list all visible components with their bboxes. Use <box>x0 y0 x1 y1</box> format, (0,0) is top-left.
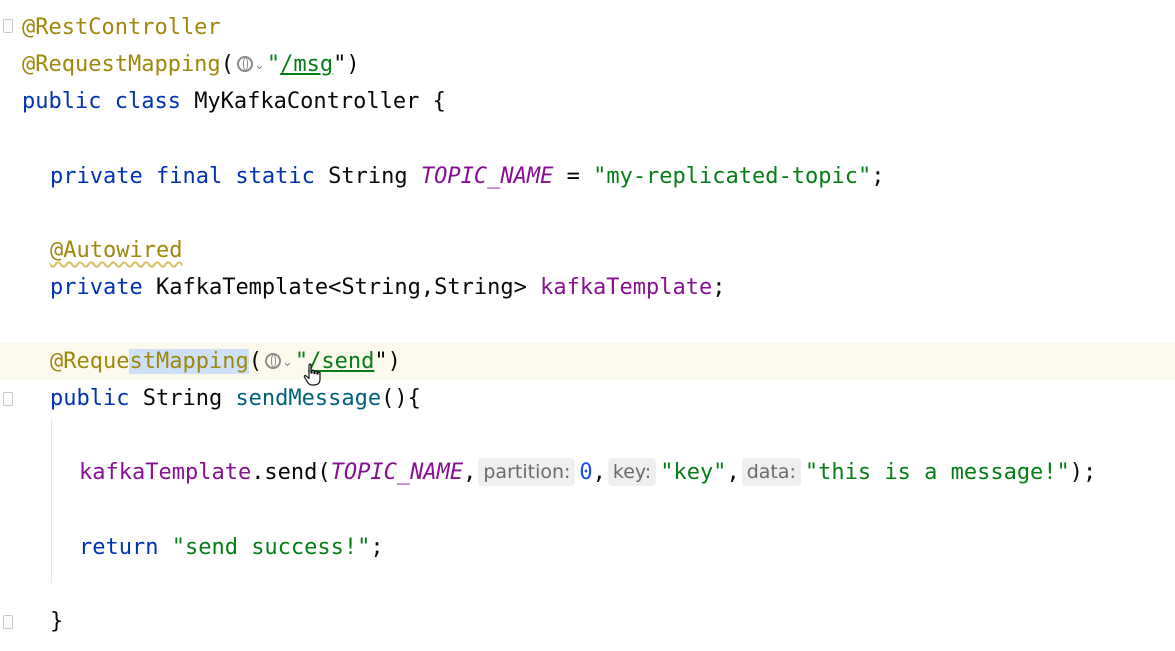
paren: ") <box>333 52 360 77</box>
type: KafkaTemplate<String,String> <box>155 275 541 300</box>
parameter-hint: key: <box>607 458 657 486</box>
keyword: private final static <box>50 164 329 189</box>
annotation: @RequestMapping <box>22 52 221 77</box>
chevron-down-icon[interactable]: ⌄ <box>282 344 293 381</box>
chevron-down-icon[interactable]: ⌄ <box>254 47 265 84</box>
field-name: kafkaTemplate <box>79 460 252 485</box>
constant: TOPIC_NAME <box>330 460 464 485</box>
annotation: @Reque <box>50 349 130 374</box>
method-name: sendMessage <box>235 386 382 411</box>
number-literal: 0 <box>579 460 593 485</box>
hand-cursor-icon <box>303 363 321 386</box>
code-line-7[interactable]: @Autowired <box>0 232 1175 269</box>
code-line-17[interactable]: } <box>0 603 1175 640</box>
type: String <box>142 386 236 411</box>
string-literal: "this is a message!" <box>804 460 1070 485</box>
paren: ( <box>248 349 262 374</box>
parameter-hint: data: <box>741 458 801 486</box>
constant: TOPIC_NAME <box>420 164 554 189</box>
keyword: private <box>50 275 156 300</box>
code-line-13[interactable]: kafkaTemplate.send(TOPIC_NAME, partition:… <box>0 454 1175 491</box>
code-line-11[interactable]: public String sendMessage(){ <box>0 380 1175 417</box>
code-line-3[interactable]: public class MyKafkaController { <box>0 83 1175 120</box>
url-link[interactable]: /msg <box>280 52 333 77</box>
globe-icon[interactable] <box>236 56 253 72</box>
annotation: @Autowired <box>50 238 183 263</box>
paren: ") <box>374 349 401 374</box>
string-literal: "key" <box>660 460 727 485</box>
closing-brace: } <box>50 609 64 634</box>
code-line-8[interactable]: private KafkaTemplate<String,String> kaf… <box>0 269 1175 306</box>
class-name: MyKafkaController { <box>194 89 446 114</box>
type: String <box>328 164 421 189</box>
paren: ( <box>220 52 234 77</box>
string-literal: "send success!" <box>171 535 371 560</box>
code-line-15[interactable]: return "send success!"; <box>0 529 1175 566</box>
selected-text: stMapping <box>129 349 249 374</box>
globe-icon[interactable] <box>264 353 281 369</box>
parameter-hint: partition: <box>478 458 576 486</box>
keyword: public class <box>22 89 195 114</box>
code-line-2[interactable]: @RequestMapping(⌄"/msg") <box>0 46 1175 83</box>
code-line-5[interactable]: private final static String TOPIC_NAME =… <box>0 158 1175 195</box>
code-line-10[interactable]: @RequestMapping(⌄"/send") <box>0 343 1175 380</box>
annotation: @RestController <box>22 15 221 40</box>
keyword: return <box>79 535 172 560</box>
keyword: public <box>50 386 143 411</box>
code-line-1[interactable]: @RestController <box>0 9 1175 46</box>
string-literal: "my-replicated-topic" <box>593 164 872 189</box>
code-editor[interactable]: @RestController @RequestMapping(⌄"/msg")… <box>0 0 1175 651</box>
field-name: kafkaTemplate <box>540 275 713 300</box>
